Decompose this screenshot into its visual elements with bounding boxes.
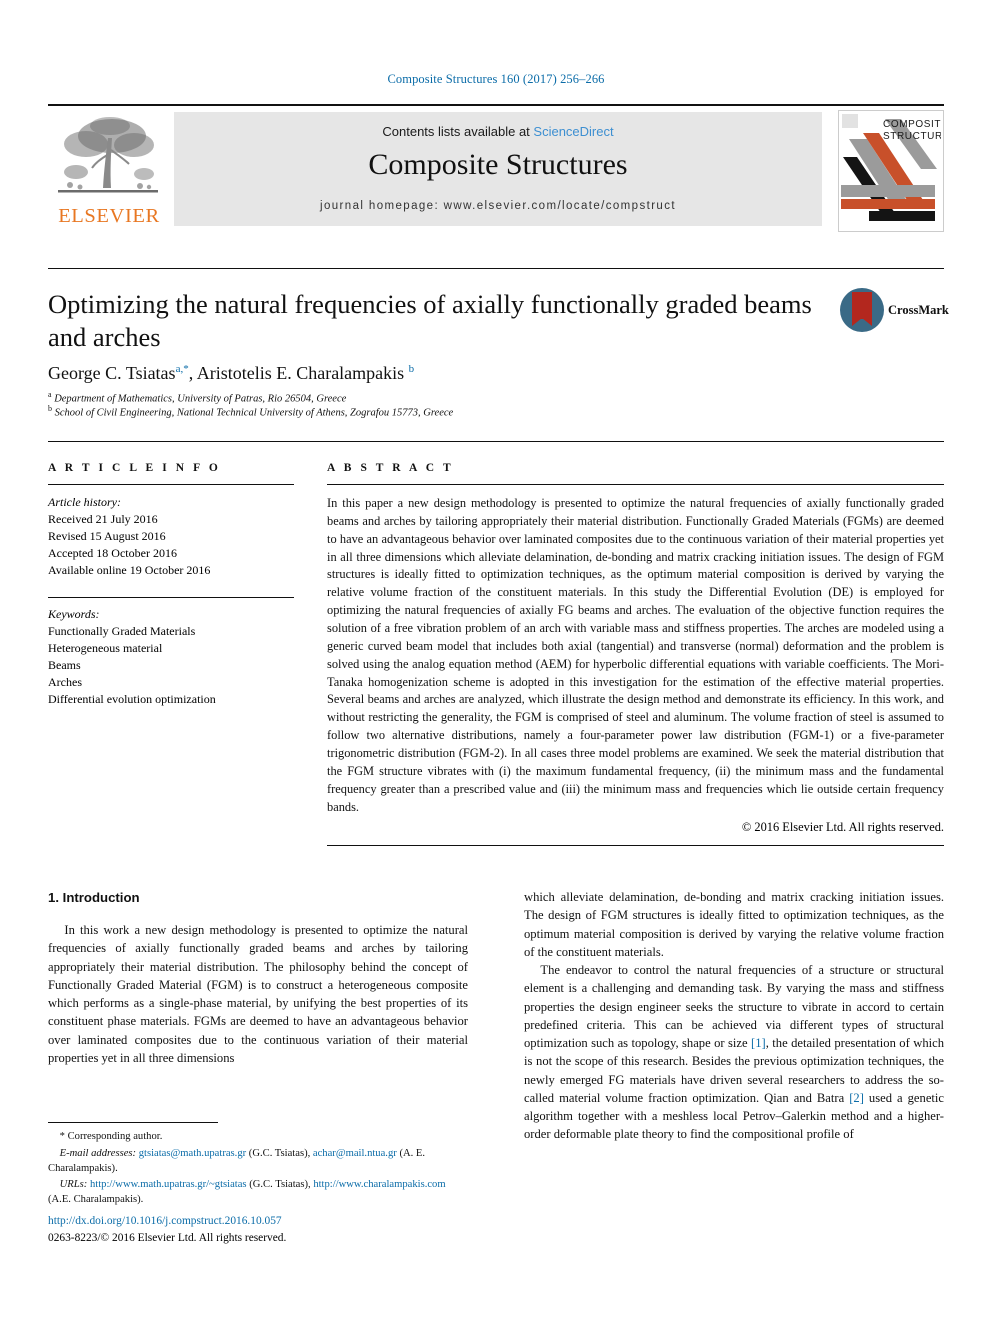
title-divider [48, 268, 944, 269]
intro-paragraph-right-2: The endeavor to control the natural freq… [524, 961, 944, 1144]
section-title-introduction: 1. Introduction [48, 890, 140, 905]
keyword-item: Beams [48, 658, 81, 673]
doi-link[interactable]: http://dx.doi.org/10.1016/j.compstruct.2… [48, 1213, 468, 1230]
crossmark-label: CrossMark [888, 303, 949, 317]
paper-page: Composite Structures 160 (2017) 256–266 [0, 0, 992, 1323]
contents-prefix: Contents lists available at [382, 124, 534, 139]
affiliation-b: b School of Civil Engineering, National … [48, 404, 848, 419]
footnote-divider [48, 1122, 218, 1123]
affiliation-b-text: School of Civil Engineering, National Te… [54, 407, 454, 419]
article-history: Article history: Received 21 July 2016 R… [48, 494, 294, 579]
keyword-item: Arches [48, 675, 82, 690]
footnote-block: * Corresponding author. E-mail addresses… [48, 1130, 468, 1210]
elsevier-tree-icon [54, 114, 162, 202]
history-item: Available online 19 October 2016 [48, 563, 211, 578]
running-head: Composite Structures 160 (2017) 256–266 [387, 72, 605, 86]
abstract-text: In this paper a new design methodology i… [327, 496, 944, 814]
abstract-rule [327, 484, 944, 485]
urls-label: URLs: [59, 1179, 88, 1191]
email-addresses-note: E-mail addresses: gtsiatas@math.upatras.… [48, 1147, 468, 1177]
affiliation-a-text: Department of Mathematics, University of… [54, 393, 347, 405]
keywords-rule [48, 597, 294, 599]
article-info-rule [48, 484, 294, 485]
page-title: Optimizing the natural frequencies of ax… [48, 289, 812, 353]
sciencedirect-link[interactable]: ScienceDirect [533, 124, 613, 139]
journal-banner: Contents lists available at ScienceDirec… [174, 112, 822, 226]
urls-note: URLs: http://www.math.upatras.gr/~gtsiat… [48, 1178, 468, 1208]
email-label: E-mail addresses: [59, 1147, 137, 1159]
issn-copyright: 0263-8223/© 2016 Elsevier Ltd. All right… [48, 1231, 287, 1244]
url-link-2[interactable]: http://www.charalampakis.com [313, 1179, 445, 1190]
history-item: Received 21 July 2016 [48, 512, 158, 527]
keyword-item: Heterogeneous material [48, 641, 163, 656]
author-affil-marker-a: a,* [175, 363, 189, 375]
reference-link-2[interactable]: [2] [849, 1091, 864, 1105]
info-divider-top [48, 441, 944, 442]
elsevier-wordmark: ELSEVIER [58, 205, 160, 227]
article-info-column: A R T I C L E I N F O Article history: R… [48, 462, 294, 708]
intro-paragraph-left: In this work a new design methodology is… [48, 923, 468, 1065]
journal-masthead: ELSEVIER Contents lists available at Sci… [48, 104, 944, 234]
crossmark-flag-icon [852, 292, 872, 326]
svg-text:COMPOSITE: COMPOSITE [883, 119, 941, 130]
url-link-1[interactable]: http://www.math.upatras.gr/~gtsiatas [90, 1179, 247, 1190]
intro-paragraph-right-1: which alleviate delamination, de-bonding… [524, 890, 944, 959]
url-2-who: (A.E. Charalampakis). [48, 1194, 144, 1206]
crossmark-badge[interactable]: CrossMark [840, 288, 949, 334]
author-list: George C. Tsiatasa,*, Aristotelis E. Cha… [48, 363, 415, 383]
url-1-who: (G.C. Tsiatas), [246, 1179, 314, 1191]
abstract-copyright: © 2016 Elsevier Ltd. All rights reserved… [741, 820, 944, 835]
contents-available-line: Contents lists available at ScienceDirec… [174, 124, 822, 139]
elsevier-logo: ELSEVIER [48, 112, 170, 230]
email-link-2[interactable]: achar@mail.ntua.gr [313, 1148, 397, 1159]
history-item: Accepted 18 October 2016 [48, 546, 177, 561]
affiliation-a: a Department of Mathematics, University … [48, 390, 848, 405]
abstract-column: A B S T R A C T In this paper a new desi… [327, 462, 944, 835]
affiliation-marker-a: a [48, 390, 52, 399]
author-affil-marker-b: b [408, 363, 415, 375]
corresponding-author-note: * Corresponding author. [59, 1131, 163, 1142]
crossmark-circle-icon [840, 288, 884, 332]
keyword-item: Functionally Graded Materials [48, 624, 196, 639]
abstract-divider-bottom [327, 845, 944, 846]
affiliation-marker-b: b [48, 404, 52, 413]
email-1-who: (G.C. Tsiatas), [246, 1147, 313, 1159]
article-info-heading: A R T I C L E I N F O [48, 462, 221, 474]
reference-link-1[interactable]: [1] [751, 1036, 766, 1050]
article-history-label: Article history: [48, 495, 121, 509]
body-column-left: 1. Introduction In this work a new desig… [48, 888, 468, 1067]
journal-homepage[interactable]: journal homepage: www.elsevier.com/locat… [174, 200, 822, 212]
journal-cover-thumbnail: COMPOSITE STRUCTURES [838, 110, 944, 232]
email-link-1[interactable]: gtsiatas@math.upatras.gr [139, 1148, 246, 1159]
svg-text:STRUCTURES: STRUCTURES [883, 131, 941, 142]
doi-block: http://dx.doi.org/10.1016/j.compstruct.2… [48, 1213, 468, 1246]
abstract-heading: A B S T R A C T [327, 462, 454, 474]
keyword-item: Differential evolution optimization [48, 692, 216, 707]
keywords-block: Keywords: Functionally Graded Materials … [48, 606, 294, 708]
journal-title: Composite Structures [368, 148, 628, 181]
history-item: Revised 15 August 2016 [48, 529, 166, 544]
body-column-right: which alleviate delamination, de-bonding… [524, 888, 944, 1144]
keywords-label: Keywords: [48, 607, 100, 622]
